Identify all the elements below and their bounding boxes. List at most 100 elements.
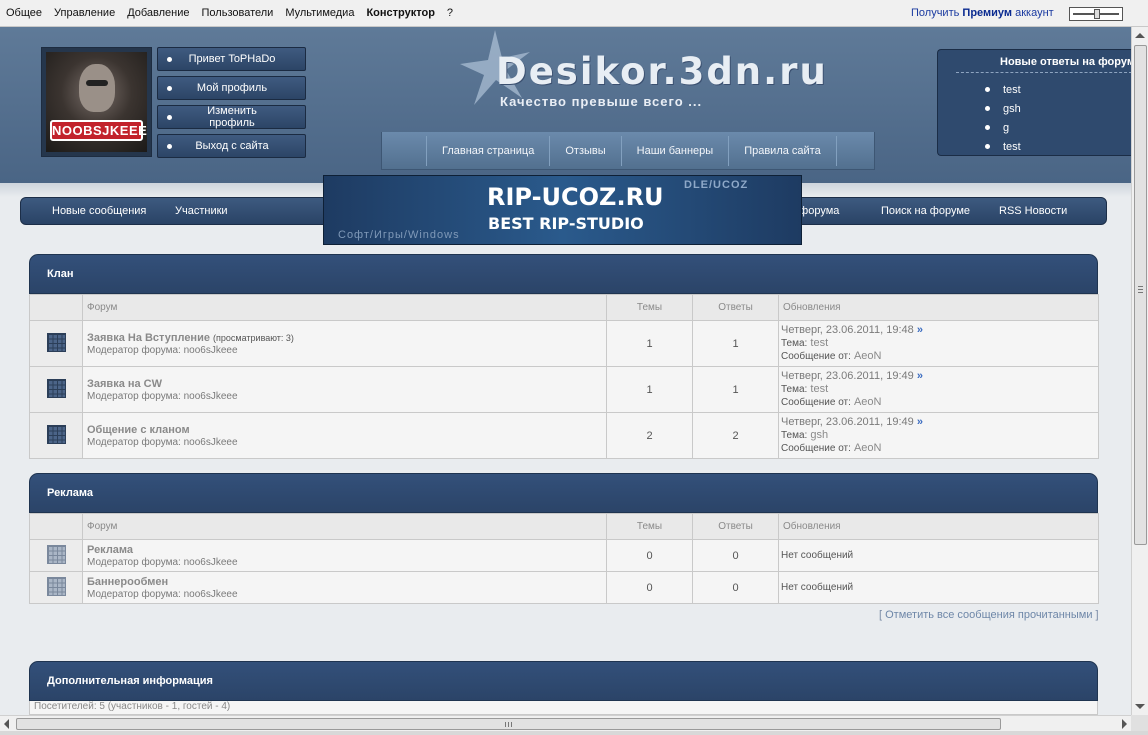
forum-name[interactable]: Баннерообмен: [87, 576, 168, 588]
update-topic[interactable]: test: [810, 383, 828, 395]
greeting-button[interactable]: Привет ToPHaDo: [157, 47, 306, 71]
admin-bar-toggle[interactable]: [1069, 7, 1123, 21]
table-row: Баннерообмен Модератор форума: noo6sJkee…: [29, 571, 1099, 604]
vertical-scroll-thumb[interactable]: [1134, 45, 1147, 545]
update-author[interactable]: AeoN: [854, 396, 882, 408]
moderator-name[interactable]: noo6sJkeee: [184, 391, 238, 402]
replies-count: 1: [692, 366, 779, 413]
go-last-post-icon[interactable]: »: [917, 416, 923, 428]
admin-menu-manage[interactable]: Управление: [54, 7, 115, 19]
admin-menu-help[interactable]: ?: [447, 7, 453, 19]
advert-banner[interactable]: RIP-UCOZ.RU BEST RIP-STUDIO DLE/UCOZ Соф…: [323, 175, 802, 245]
new-answer-item[interactable]: test: [985, 80, 1021, 99]
table-row: Заявка На Вступление (просматривают: 3) …: [29, 320, 1099, 367]
update-author[interactable]: AeoN: [854, 350, 882, 362]
site-logo[interactable]: Desikor.3dn.ru: [496, 50, 828, 93]
banner-corner: DLE/UCOZ: [684, 179, 749, 191]
my-profile-button[interactable]: Мой профиль: [157, 76, 306, 100]
col-updates: Обновления: [778, 294, 1099, 321]
premium-link[interactable]: Получить Премиум аккаунт: [911, 7, 1054, 19]
forum-grid-icon: [46, 424, 66, 444]
go-last-post-icon[interactable]: »: [917, 324, 923, 336]
edit-profile-button[interactable]: Изменить профиль: [157, 105, 306, 129]
forum-nav-rss[interactable]: RSS Новости: [999, 205, 1067, 217]
update-topic[interactable]: gsh: [810, 429, 828, 441]
forum-nav-members[interactable]: Участники: [175, 205, 228, 217]
mark-all-read[interactable]: [ Отметить все сообщения прочитанными ]: [879, 609, 1099, 621]
forum-name[interactable]: Общение с кланом: [87, 424, 190, 436]
topics-count: 0: [606, 539, 693, 572]
update-date: Четверг, 23.06.2011, 19:48: [781, 324, 914, 336]
update-date: Четверг, 23.06.2011, 19:49: [781, 416, 914, 428]
section-title[interactable]: Реклама: [29, 473, 1098, 513]
section-title[interactable]: Дополнительная информация: [29, 661, 1098, 701]
col-topics: Темы: [606, 294, 693, 321]
moderator-name[interactable]: noo6sJkeee: [184, 557, 238, 568]
new-answer-item[interactable]: gsh: [985, 99, 1021, 118]
section-ads: Реклама Форум Темы Ответы Обновления Рек…: [29, 473, 1099, 604]
moderator-name[interactable]: noo6sJkeee: [184, 437, 238, 448]
nav-home[interactable]: Главная страница: [427, 145, 549, 157]
scroll-left-icon[interactable]: [4, 719, 9, 729]
nav-banners[interactable]: Наши баннеры: [622, 145, 729, 157]
nav-reviews[interactable]: Отзывы: [550, 145, 620, 157]
forum-nav-search[interactable]: Поиск на форуме: [881, 205, 970, 217]
vertical-scrollbar[interactable]: [1131, 27, 1148, 715]
new-answer-item[interactable]: g: [985, 118, 1021, 137]
moderator-label: Модератор форума:: [87, 344, 181, 356]
new-answer-item[interactable]: test: [985, 137, 1021, 156]
forum-name[interactable]: Реклама: [87, 544, 133, 556]
replies-count: 0: [692, 571, 779, 604]
admin-menu-general[interactable]: Общее: [6, 7, 42, 19]
nav-rules[interactable]: Правила сайта: [729, 145, 836, 157]
horizontal-scrollbar[interactable]: [0, 715, 1131, 731]
topics-count: 1: [606, 366, 693, 413]
forum-table: Форум Темы Ответы Обновления Реклама Мод…: [29, 513, 1099, 604]
bullet-icon: [167, 143, 172, 149]
extra-info-line: Посетителей: 5 (участников - 1, гостей -…: [29, 701, 1098, 715]
col-forum: Форум: [82, 294, 607, 321]
table-row: Реклама Модератор форума: noo6sJkeee 0 0…: [29, 539, 1099, 572]
moderator-name[interactable]: noo6sJkeee: [184, 345, 238, 356]
admin-menu-multimedia[interactable]: Мультимедиа: [285, 7, 354, 19]
col-replies: Ответы: [692, 294, 779, 321]
table-row: Заявка на CW Модератор форума: noo6sJkee…: [29, 366, 1099, 413]
admin-menu-constructor[interactable]: Конструктор: [366, 7, 434, 19]
premium-suffix: аккаунт: [1015, 7, 1054, 19]
no-messages: Нет сообщений: [778, 539, 1099, 572]
logout-button[interactable]: Выход с сайта: [157, 134, 306, 158]
forum-name[interactable]: Заявка На Вступление: [87, 332, 210, 344]
premium-bold: Премиум: [962, 7, 1013, 19]
section-clan: Клан Форум Темы Ответы Обновления Заявка…: [29, 254, 1099, 459]
scrollbar-corner: [1131, 715, 1148, 731]
moderator-name[interactable]: noo6sJkeee: [184, 589, 238, 600]
banner-line2: BEST RIP-STUDIO: [488, 214, 644, 233]
banner-bottom: Софт/Игры/Windows: [338, 229, 460, 241]
col-icon: [29, 294, 83, 321]
avatar-nick: NOOBSJKEEE: [50, 120, 147, 141]
admin-menu-add[interactable]: Добавление: [127, 7, 189, 19]
section-title[interactable]: Клан: [29, 254, 1098, 294]
banner-line1: RIP-UCOZ.RU: [487, 183, 664, 211]
replies-count: 1: [692, 320, 779, 367]
forum-name[interactable]: Заявка на CW: [87, 378, 162, 390]
forum-viewing: (просматривают: 3): [213, 332, 294, 343]
forum-nav-new-messages[interactable]: Новые сообщения: [52, 205, 146, 217]
scroll-down-icon[interactable]: [1135, 704, 1145, 709]
update-topic[interactable]: test: [810, 337, 828, 349]
scroll-right-icon[interactable]: [1122, 719, 1127, 729]
admin-menu-users[interactable]: Пользователи: [202, 7, 274, 19]
horizontal-scroll-thumb[interactable]: [16, 718, 1001, 730]
mark-all-read-link[interactable]: Отметить все сообщения прочитанными: [885, 609, 1092, 621]
go-last-post-icon[interactable]: »: [917, 370, 923, 382]
scroll-up-icon[interactable]: [1135, 33, 1145, 38]
new-answers-panel: Новые ответы на форуме test gsh g test: [937, 49, 1141, 156]
topics-count: 2: [606, 412, 693, 459]
bullet-icon: [167, 114, 172, 120]
avatar-mask: [79, 64, 115, 112]
update-author[interactable]: AeoN: [854, 442, 882, 454]
topics-count: 0: [606, 571, 693, 604]
forum-table: Форум Темы Ответы Обновления Заявка На В…: [29, 294, 1099, 459]
section-extra-info: Дополнительная информация: [29, 661, 1098, 701]
avatar[interactable]: NOOBSJKEEE: [46, 52, 147, 152]
